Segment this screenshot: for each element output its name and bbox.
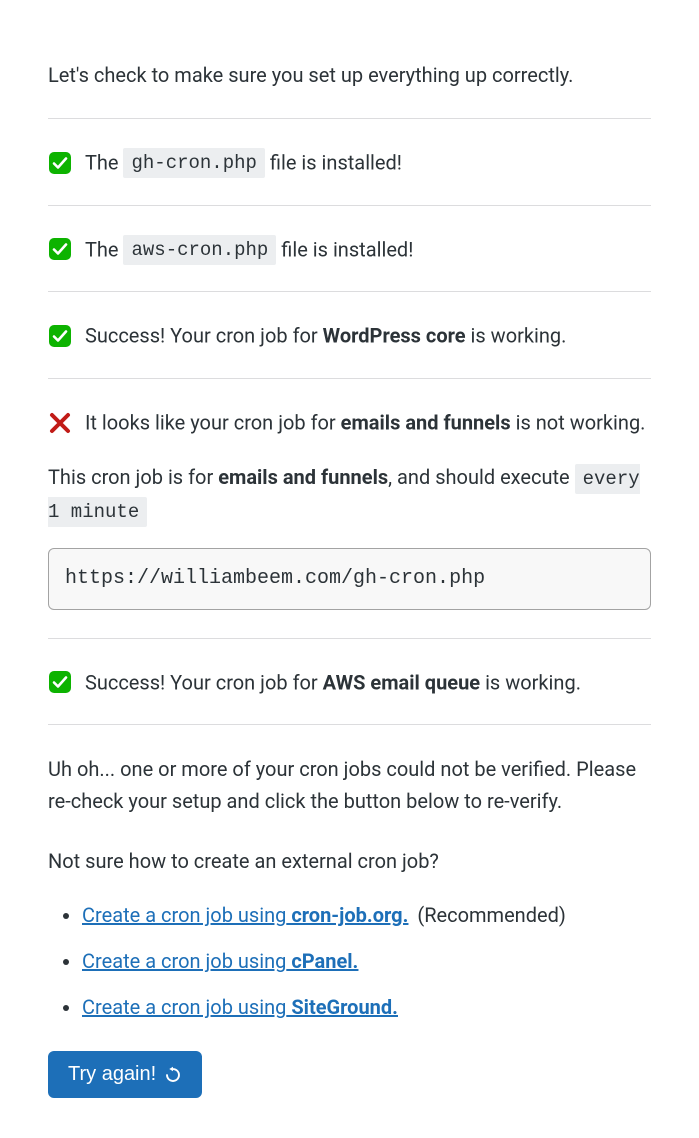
link-prefix: Create a cron job using	[82, 949, 286, 973]
filename-code: aws-cron.php	[123, 235, 276, 265]
filename-code: gh-cron.php	[123, 148, 264, 178]
check-text-prefix: Success! Your cron job for	[85, 670, 323, 694]
check-text-prefix: Success! Your cron job for	[85, 324, 323, 348]
check-text-suffix: file is installed!	[270, 151, 402, 175]
fail-detail-mid: , and should execute	[388, 465, 574, 489]
link-strong: SiteGround.	[286, 995, 398, 1019]
list-item: Create a cron job using SiteGround.	[82, 991, 651, 1023]
fail-detail-prefix: This cron job is for	[48, 465, 218, 489]
cron-url-box[interactable]: https://williambeem.com/gh-cron.php	[48, 548, 651, 610]
check-text-bold: AWS email queue	[323, 670, 480, 694]
fail-text-bold: emails and funnels	[341, 411, 511, 435]
fail-detail: This cron job is for emails and funnels,…	[48, 461, 651, 528]
fail-text-suffix: is not working.	[516, 411, 646, 435]
list-item: Create a cron job using cPanel.	[82, 945, 651, 977]
check-text-suffix: is working.	[471, 324, 567, 348]
check-text-prefix: The	[85, 151, 124, 175]
check-text-suffix: file is installed!	[281, 237, 413, 261]
cpanel-link[interactable]: Create a cron job using cPanel.	[82, 949, 358, 973]
fail-detail-bold: emails and funnels	[218, 465, 388, 489]
recommended-label: (Recommended)	[417, 903, 566, 927]
check-icon	[48, 324, 72, 348]
link-strong: cron-job.org.	[286, 903, 408, 927]
check-emails-funnels-fail: It looks like your cron job for emails a…	[48, 379, 651, 638]
cron-job-org-link[interactable]: Create a cron job using cron-job.org.	[82, 903, 408, 927]
retry-icon	[164, 1066, 182, 1084]
link-prefix: Create a cron job using	[82, 995, 286, 1019]
check-icon	[48, 237, 72, 261]
check-aws-queue: Success! Your cron job for AWS email que…	[48, 639, 651, 725]
check-wp-core: Success! Your cron job for WordPress cor…	[48, 292, 651, 378]
check-aws-cron: The aws-cron.php file is installed!	[48, 206, 651, 292]
check-text-bold: WordPress core	[323, 324, 466, 348]
fail-message: It looks like your cron job for emails a…	[48, 405, 651, 439]
check-text-suffix: is working.	[485, 670, 581, 694]
button-label: Try again!	[68, 1063, 156, 1086]
check-icon	[48, 670, 72, 694]
help-heading: Not sure how to create an external cron …	[48, 845, 651, 877]
check-gh-cron: The gh-cron.php file is installed!	[48, 119, 651, 205]
check-icon	[48, 151, 72, 175]
check-text-prefix: The	[85, 237, 124, 261]
link-prefix: Create a cron job using	[82, 903, 286, 927]
list-item: Create a cron job using cron-job.org. (R…	[82, 899, 651, 931]
siteground-link[interactable]: Create a cron job using SiteGround.	[82, 995, 398, 1019]
link-strong: cPanel.	[286, 949, 358, 973]
help-link-list: Create a cron job using cron-job.org. (R…	[48, 899, 651, 1023]
try-again-button[interactable]: Try again!	[48, 1051, 202, 1098]
cross-icon	[48, 411, 72, 435]
fail-text-prefix: It looks like your cron job for	[85, 411, 341, 435]
warning-text: Uh oh... one or more of your cron jobs c…	[48, 753, 651, 817]
cron-check-panel: Let's check to make sure you set up ever…	[0, 0, 699, 1138]
intro-text: Let's check to make sure you set up ever…	[48, 60, 651, 90]
footer-block: Uh oh... one or more of your cron jobs c…	[48, 725, 651, 1098]
